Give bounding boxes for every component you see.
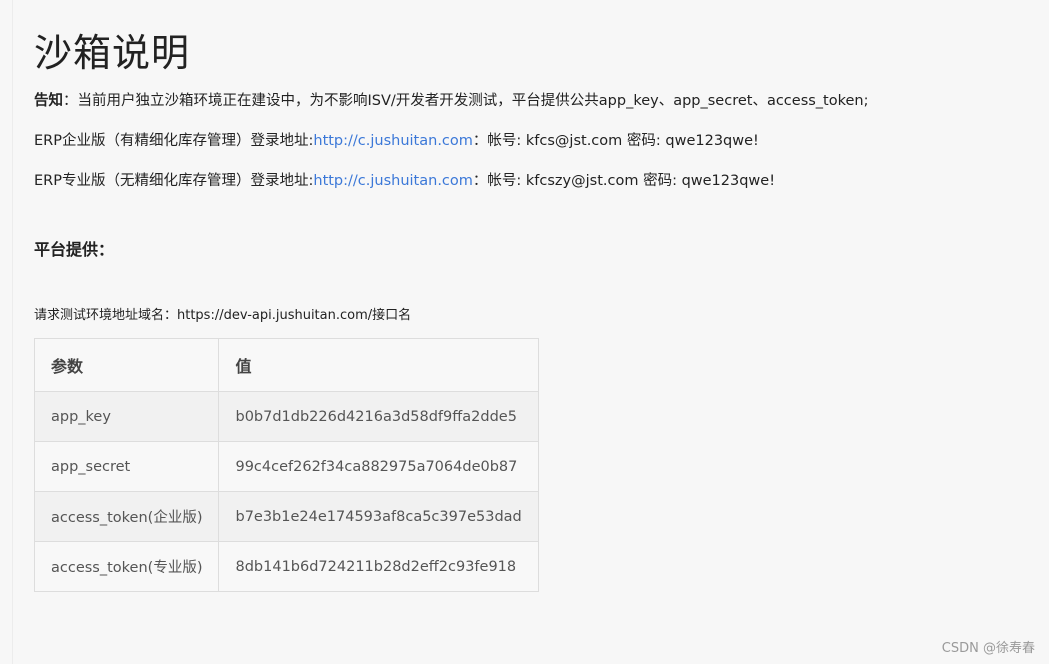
table-row: app_secret 99c4cef262f34ca882975a7064de0…	[33, 441, 539, 492]
erp-professional-account: ：帐号: kfcszy@jst.com 密码: qwe123qwe!	[472, 173, 776, 189]
base-url-text: 请求测试环境地址域名：https://dev-api.jushuitan.com…	[34, 308, 412, 323]
value-cell: 99c4cef262f34ca882975a7064de0b87	[218, 441, 539, 492]
param-cell: app_secret	[33, 441, 220, 492]
table-row: access_token(企业版) b7e3b1e24e174593af8ca5…	[33, 491, 539, 542]
table-header-param: 参数	[33, 338, 220, 392]
left-divider	[12, 0, 13, 664]
table-row: access_token(专业版) 8db141b6d724211b28d2ef…	[33, 541, 539, 592]
value-cell: b7e3b1e24e174593af8ca5c397e53dad	[218, 491, 539, 542]
page-title: 沙箱说明	[34, 31, 191, 75]
notice-label: 告知	[34, 93, 63, 109]
erp-enterprise-prefix: ERP企业版（有精细化库存管理）登录地址:	[34, 133, 314, 149]
notice-line: 告知：当前用户独立沙箱环境正在建设中，为不影响ISV/开发者开发测试，平台提供公…	[34, 89, 869, 110]
erp-enterprise-line: ERP企业版（有精细化库存管理）登录地址:http://c.jushuitan.…	[34, 129, 759, 150]
table-header-value: 值	[218, 338, 539, 392]
erp-enterprise-login-link[interactable]: http://c.jushuitan.com	[313, 133, 473, 149]
erp-enterprise-account: ：帐号: kfcs@jst.com 密码: qwe123qwe!	[472, 133, 759, 149]
param-cell: app_key	[33, 391, 220, 442]
erp-professional-login-link[interactable]: http://c.jushuitan.com	[313, 173, 473, 189]
credentials-table: 参数 值 app_key b0b7d1db226d4216a3d58df9ffa…	[33, 338, 539, 592]
value-cell: 8db141b6d724211b28d2eff2c93fe918	[218, 541, 539, 592]
notice-separator: ：	[63, 93, 78, 109]
notice-text: 当前用户独立沙箱环境正在建设中，为不影响ISV/开发者开发测试，平台提供公共ap…	[77, 93, 869, 109]
erp-professional-line: ERP专业版（无精细化库存管理）登录地址:http://c.jushuitan.…	[34, 169, 775, 190]
value-cell: b0b7d1db226d4216a3d58df9ffa2dde5	[218, 391, 539, 442]
erp-professional-prefix: ERP专业版（无精细化库存管理）登录地址:	[34, 173, 314, 189]
table-row: app_key b0b7d1db226d4216a3d58df9ffa2dde5	[33, 391, 539, 442]
csdn-watermark: CSDN @徐寿春	[941, 641, 1035, 656]
param-cell: access_token(专业版)	[33, 541, 220, 592]
param-cell: access_token(企业版)	[33, 491, 220, 542]
section-title: 平台提供：	[34, 240, 115, 259]
table-header-row: 参数 值	[33, 338, 539, 392]
